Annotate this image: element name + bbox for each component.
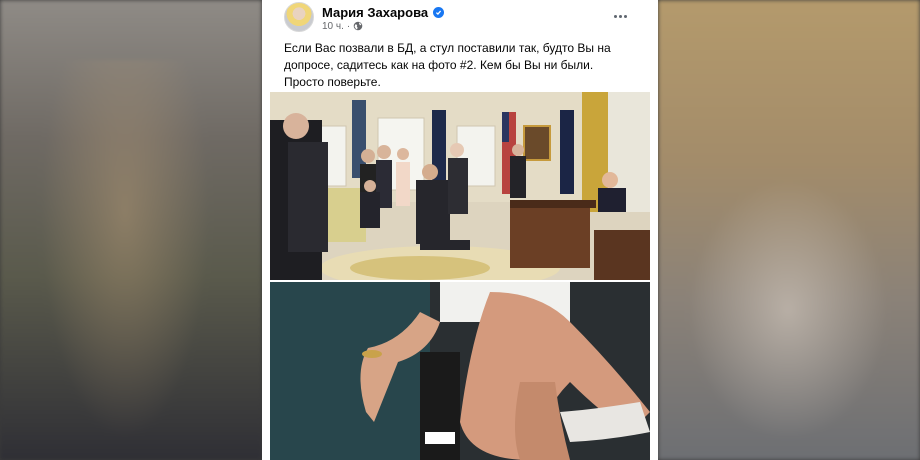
background-blur-left (0, 0, 262, 460)
author-name[interactable]: Мария Захарова (322, 5, 428, 20)
background-blur-right (658, 0, 920, 460)
post-text-line: Если Вас позвали в БД, а стул поставили … (284, 41, 611, 55)
oval-office-photo (270, 92, 650, 280)
facebook-post-card: Мария Захарова 10 ч. · Если Вас позвали … (262, 0, 658, 460)
separator-dot: · (346, 20, 351, 32)
more-options-icon[interactable] (608, 8, 632, 24)
author-avatar[interactable] (284, 2, 314, 32)
post-text-line: Просто поверьте. (284, 75, 381, 89)
post-header: Мария Захарова 10 ч. · (284, 2, 644, 34)
verified-badge-icon (433, 6, 445, 18)
post-photo-2[interactable] (270, 282, 650, 460)
post-text-line: допросе, садитесь как на фото #2. Кем бы… (284, 58, 594, 72)
globe-icon (353, 21, 363, 31)
post-text: Если Вас позвали в БД, а стул поставили … (284, 40, 624, 91)
post-timestamp[interactable]: 10 ч. (322, 21, 344, 32)
author-line: Мария Захарова (322, 4, 445, 20)
post-photo-1[interactable] (270, 92, 650, 280)
film-still-photo (270, 282, 650, 460)
post-meta: 10 ч. · (322, 20, 363, 32)
